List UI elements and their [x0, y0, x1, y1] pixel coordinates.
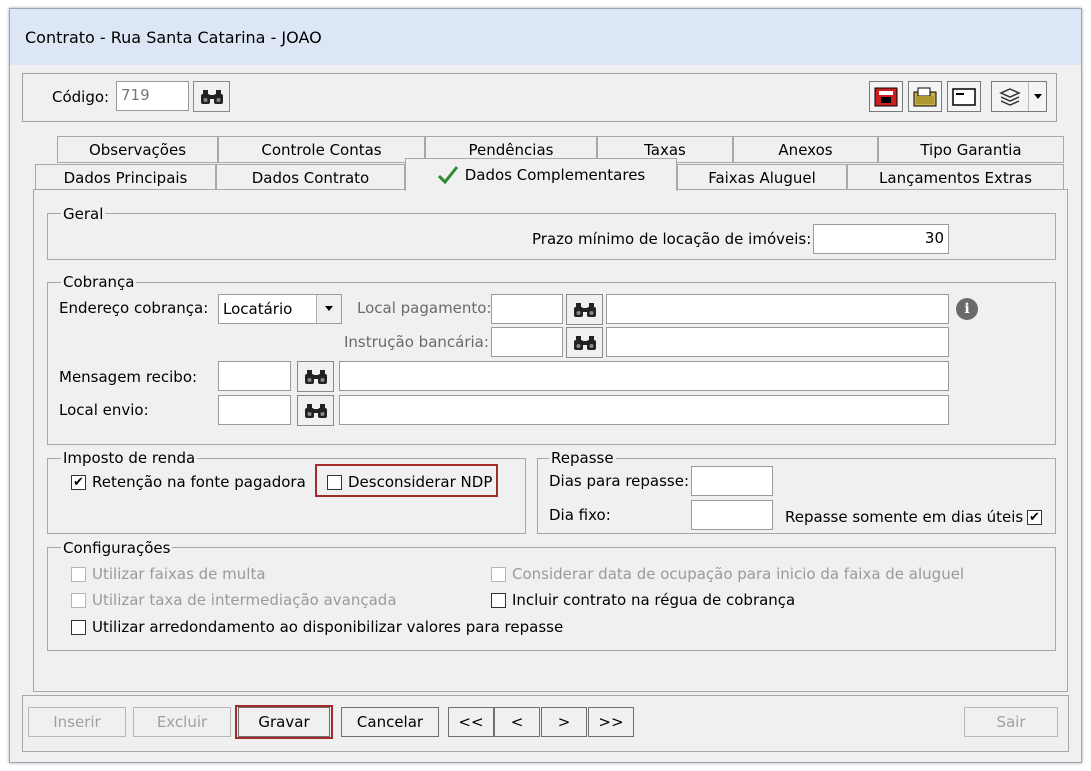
cancelar-button[interactable]: Cancelar: [341, 707, 439, 737]
phone-button[interactable]: [869, 81, 903, 112]
folder-icon: [913, 87, 937, 106]
binoculars-icon: [573, 302, 596, 317]
binoculars-icon: [304, 403, 327, 418]
title-bar: Contrato - Rua Santa Catarina - JOAO: [10, 9, 1081, 65]
taxa-intermediacao-label: Utilizar taxa de intermediação avançada: [92, 591, 397, 609]
layers-icon: [992, 82, 1028, 111]
incluir-regua-checkbox[interactable]: Incluir contrato na régua de cobrança: [491, 591, 795, 609]
phone-icon: [874, 87, 898, 106]
search-local-pagamento-button[interactable]: [566, 294, 603, 325]
chevron-down-icon: [316, 295, 341, 323]
info-icon[interactable]: i: [956, 298, 978, 320]
imposto-title: Imposto de renda: [61, 449, 198, 467]
considerar-data-checkbox[interactable]: Considerar data de ocupação para inicio …: [491, 565, 964, 583]
search-mensagem-button[interactable]: [297, 361, 334, 392]
local-pagamento-desc-input[interactable]: [606, 294, 949, 324]
retencao-checkbox[interactable]: ✔ Retenção na fonte pagadora: [71, 473, 306, 491]
search-codigo-button[interactable]: [193, 81, 230, 112]
arredondamento-check[interactable]: [71, 619, 86, 635]
window-title: Contrato - Rua Santa Catarina - JOAO: [25, 28, 322, 47]
sair-button[interactable]: Sair: [964, 707, 1058, 737]
faixas-multa-label: Utilizar faixas de multa: [92, 565, 266, 583]
faixas-multa-check[interactable]: [71, 566, 86, 582]
layers-dropdown-button[interactable]: [991, 81, 1047, 112]
incluir-regua-check[interactable]: [491, 592, 506, 608]
chevron-down-icon: [1028, 82, 1046, 111]
desconsiderar-label: Desconsiderar NDP: [348, 473, 493, 491]
dias-repasse-label: Dias para repasse:: [549, 472, 690, 490]
checkmark-icon: [437, 166, 458, 185]
local-envio-code-input[interactable]: [218, 395, 291, 425]
next-record-button[interactable]: >: [541, 707, 587, 737]
inserir-button[interactable]: Inserir: [28, 707, 126, 737]
local-pagamento-label: Local pagamento:: [357, 299, 492, 317]
retencao-check[interactable]: ✔: [71, 474, 86, 490]
dias-repasse-input[interactable]: [691, 466, 773, 496]
tab-observacoes[interactable]: Observações: [57, 136, 218, 163]
tab-anexos[interactable]: Anexos: [733, 136, 878, 163]
considerar-data-check[interactable]: [491, 566, 506, 582]
folder-button[interactable]: [908, 81, 942, 112]
endereco-cobranca-value: Locatário: [223, 300, 293, 318]
codigo-input[interactable]: 719: [116, 81, 189, 111]
config-title: Configurações: [61, 539, 173, 557]
cobranca-title: Cobrança: [61, 273, 137, 291]
instrucao-bancaria-desc-input[interactable]: [606, 327, 949, 357]
binoculars-icon: [304, 369, 327, 384]
arredondamento-label: Utilizar arredondamento ao disponibiliza…: [92, 618, 564, 636]
dia-fixo-label: Dia fixo:: [549, 506, 611, 524]
codigo-label: Código:: [52, 88, 110, 106]
prev-record-button[interactable]: <: [494, 707, 540, 737]
first-record-button[interactable]: <<: [448, 707, 494, 737]
excluir-button[interactable]: Excluir: [133, 707, 231, 737]
endereco-cobranca-label: Endereço cobrança:: [59, 299, 209, 317]
considerar-data-label: Considerar data de ocupação para inicio …: [512, 565, 965, 583]
prazo-input[interactable]: 30: [813, 224, 949, 254]
card-icon: [952, 87, 976, 106]
faixas-multa-checkbox[interactable]: Utilizar faixas de multa: [71, 565, 266, 583]
tab-tipo-garantia[interactable]: Tipo Garantia: [878, 136, 1064, 163]
taxa-intermediacao-checkbox[interactable]: Utilizar taxa de intermediação avançada: [71, 591, 397, 609]
somente-uteis-label: Repasse somente em dias úteis: [785, 508, 1024, 526]
desconsiderar-checkbox[interactable]: Desconsiderar NDP: [327, 473, 492, 491]
search-instrucao-button[interactable]: [566, 327, 603, 358]
desconsiderar-check[interactable]: [327, 474, 342, 490]
tab-lancamentos-extras[interactable]: Lançamentos Extras: [847, 164, 1064, 191]
instrucao-bancaria-label: Instrução bancária:: [344, 333, 489, 351]
tab-dados-contrato[interactable]: Dados Contrato: [216, 164, 405, 191]
retencao-label: Retenção na fonte pagadora: [92, 473, 306, 491]
endereco-cobranca-select[interactable]: Locatário: [218, 294, 342, 324]
tab-dados-principais[interactable]: Dados Principais: [35, 164, 216, 191]
dia-fixo-input[interactable]: [691, 500, 773, 530]
mensagem-recibo-code-input[interactable]: [218, 361, 291, 391]
gravar-button[interactable]: Gravar: [238, 707, 330, 737]
geral-title: Geral: [61, 205, 106, 223]
local-envio-desc-input[interactable]: [339, 395, 949, 425]
card-button[interactable]: [947, 81, 981, 112]
repasse-title: Repasse: [549, 449, 616, 467]
instrucao-bancaria-code-input[interactable]: [491, 327, 563, 357]
tab-label: Dados Complementares: [464, 166, 646, 184]
mensagem-recibo-label: Mensagem recibo:: [59, 368, 198, 386]
somente-uteis-check[interactable]: ✔: [1027, 510, 1042, 525]
local-envio-label: Local envio:: [59, 401, 149, 419]
mensagem-recibo-desc-input[interactable]: [339, 361, 949, 391]
taxa-intermediacao-check[interactable]: [71, 592, 86, 608]
local-pagamento-code-input[interactable]: [491, 294, 563, 324]
binoculars-icon: [573, 335, 596, 350]
tab-dados-complementares[interactable]: Dados Complementares: [405, 158, 677, 191]
prazo-label: Prazo mínimo de locação de imóveis:: [532, 230, 812, 248]
incluir-regua-label: Incluir contrato na régua de cobrança: [512, 591, 796, 609]
arredondamento-checkbox[interactable]: Utilizar arredondamento ao disponibiliza…: [71, 618, 563, 636]
binoculars-icon: [200, 89, 223, 104]
last-record-button[interactable]: >>: [588, 707, 634, 737]
tab-faixas-aluguel[interactable]: Faixas Aluguel: [677, 164, 847, 191]
search-local-envio-button[interactable]: [297, 395, 334, 426]
tab-controle-contas[interactable]: Controle Contas: [218, 136, 425, 163]
